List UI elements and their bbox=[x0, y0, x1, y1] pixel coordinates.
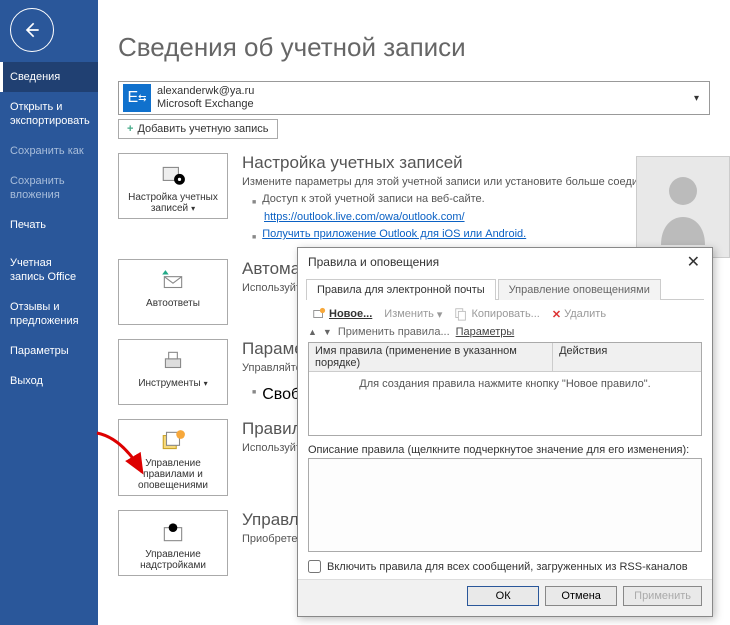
rules-icon bbox=[160, 428, 186, 454]
tools-button[interactable]: Инструменты▾ bbox=[118, 339, 228, 405]
ok-button[interactable]: ОК bbox=[467, 586, 539, 606]
account-type: Microsoft Exchange bbox=[157, 98, 254, 111]
arrow-left-icon bbox=[22, 20, 42, 40]
page-title: Сведения об учетной записи bbox=[118, 32, 710, 63]
person-icon bbox=[653, 167, 713, 247]
grid-empty-text: Для создания правила нажмите кнопку "Нов… bbox=[309, 372, 701, 396]
backstage-sidebar: Сведения Открыть и экспортировать Сохран… bbox=[0, 0, 98, 625]
close-button[interactable]: ✕ bbox=[681, 252, 706, 272]
col-actions: Действия bbox=[553, 343, 701, 371]
section-body: Измените параметры для этой учетной запи… bbox=[242, 176, 672, 188]
sidebar-item-save-as[interactable]: Сохранить как bbox=[0, 136, 98, 166]
description-label: Описание правила (щелкните подчеркнутое … bbox=[308, 444, 702, 456]
sidebar-item-office-account[interactable]: Учетная запись Office bbox=[0, 248, 98, 292]
owa-link[interactable]: https://outlook.live.com/owa/outlook.com… bbox=[264, 211, 465, 223]
account-email: alexanderwk@ya.ru bbox=[157, 85, 254, 98]
move-up-icon[interactable]: ▲ bbox=[308, 327, 317, 337]
move-down-icon[interactable]: ▼ bbox=[323, 327, 332, 337]
rules-alerts-button[interactable]: Управление правилами и оповещениями bbox=[118, 419, 228, 496]
tab-email-rules[interactable]: Правила для электронной почты bbox=[306, 279, 496, 300]
add-account-button[interactable]: +Добавить учетную запись bbox=[118, 119, 278, 139]
sidebar-item-exit[interactable]: Выход bbox=[0, 366, 98, 396]
sidebar-item-info[interactable]: Сведения bbox=[0, 62, 98, 92]
addins-button[interactable]: Управление надстройками bbox=[118, 510, 228, 576]
new-rule-button[interactable]: Новое... bbox=[308, 306, 376, 322]
account-dropdown[interactable]: E⇆ alexanderwk@ya.ru Microsoft Exchange … bbox=[118, 81, 710, 115]
sidebar-item-feedback[interactable]: Отзывы и предложения bbox=[0, 292, 98, 336]
auto-replies-button[interactable]: Автоответы bbox=[118, 259, 228, 325]
account-settings-icon bbox=[160, 162, 186, 188]
chevron-down-icon: ▾ bbox=[694, 93, 699, 104]
copy-icon bbox=[454, 307, 468, 321]
tab-manage-alerts[interactable]: Управление оповещениями bbox=[498, 279, 661, 300]
copy-rule-button[interactable]: Копировать... bbox=[450, 306, 543, 322]
account-avatar bbox=[636, 156, 730, 258]
back-button[interactable] bbox=[10, 8, 54, 52]
new-rule-icon bbox=[312, 307, 326, 321]
sidebar-item-options[interactable]: Параметры bbox=[0, 336, 98, 366]
sidebar-item-open-export[interactable]: Открыть и экспортировать bbox=[0, 92, 98, 136]
printer-icon bbox=[160, 348, 186, 374]
account-settings-button[interactable]: Настройка учетных записей▾ bbox=[118, 153, 228, 219]
edit-rule-button[interactable]: Изменить ▾ bbox=[380, 307, 446, 322]
rss-rules-checkbox-input[interactable] bbox=[308, 560, 321, 573]
apply-rules-button[interactable]: Применить правила... bbox=[338, 326, 450, 338]
mobile-app-link[interactable]: Получить приложение Outlook для iOS или … bbox=[262, 227, 526, 245]
sidebar-item-print[interactable]: Печать bbox=[0, 210, 98, 240]
sidebar-item-save-attachments[interactable]: Сохранить вложения bbox=[0, 166, 98, 210]
rules-grid[interactable]: Имя правила (применение в указанном поря… bbox=[308, 342, 702, 436]
auto-reply-icon bbox=[160, 268, 186, 294]
rss-rules-checkbox[interactable]: Включить правила для всех сообщений, заг… bbox=[308, 560, 702, 573]
exchange-icon: E⇆ bbox=[123, 84, 151, 112]
delete-rule-button[interactable]: ✕ Удалить bbox=[548, 307, 610, 322]
description-box bbox=[308, 458, 702, 552]
apply-button[interactable]: Применить bbox=[623, 586, 702, 606]
dialog-title: Правила и оповещения bbox=[308, 255, 439, 269]
addins-icon bbox=[160, 519, 186, 545]
rules-dialog: Правила и оповещения ✕ Правила для элект… bbox=[297, 247, 713, 617]
web-access-text: Доступ к этой учетной записи на веб-сайт… bbox=[262, 192, 485, 210]
col-rule-name: Имя правила (применение в указанном поря… bbox=[309, 343, 553, 371]
parameters-link[interactable]: Параметры bbox=[456, 326, 515, 338]
cancel-button[interactable]: Отмена bbox=[545, 586, 617, 606]
